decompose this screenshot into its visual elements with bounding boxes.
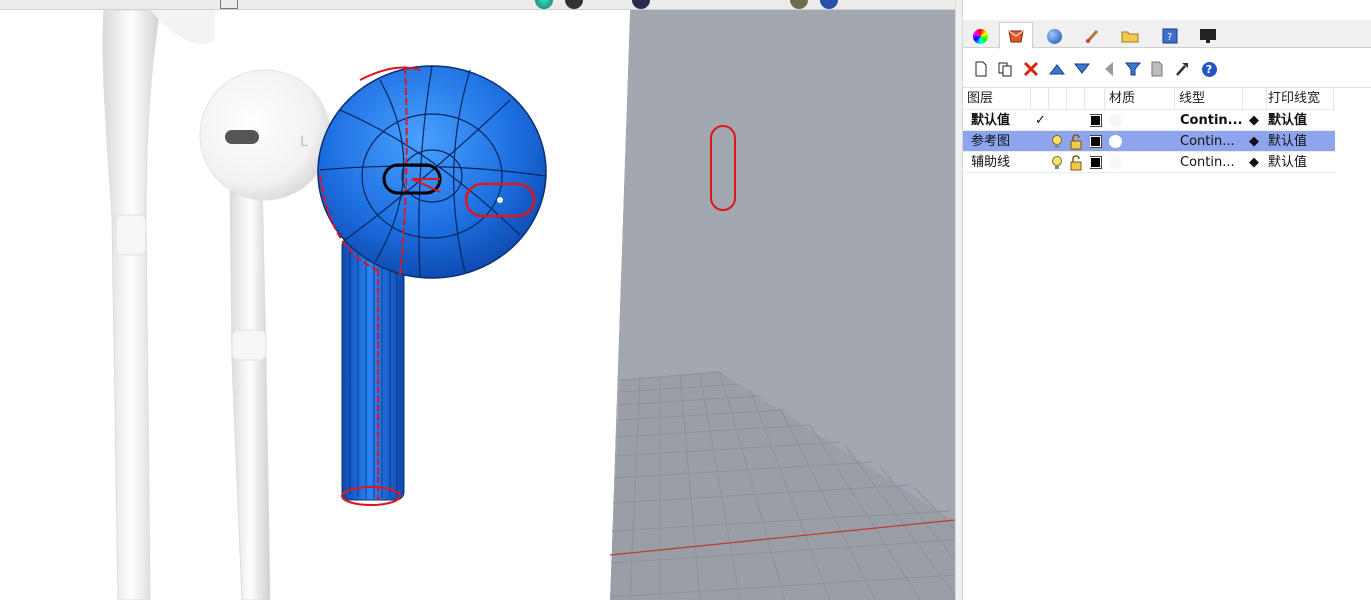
svg-text:?: ? <box>1167 32 1172 43</box>
lightbulb-icon[interactable] <box>1051 131 1067 152</box>
layer-print-width[interactable]: 默认值 <box>1268 152 1334 173</box>
perspective-viewport[interactable]: L <box>0 10 630 600</box>
layer-print-width[interactable]: 默认值 <box>1268 131 1334 152</box>
layer-linetype[interactable]: Contin... <box>1180 131 1244 152</box>
layer-row-reference[interactable]: 参考图 Contin... ◆ 默认值 <box>963 131 1335 152</box>
filter-icon <box>1125 62 1141 76</box>
layer-color-swatch[interactable] <box>1090 110 1104 131</box>
help-icon: ? <box>1201 61 1217 77</box>
layers-icon <box>1008 30 1024 42</box>
color-wheel-icon <box>972 28 988 44</box>
move-up-icon <box>1049 64 1065 75</box>
print-color-diamond-icon[interactable]: ◆ <box>1249 152 1263 173</box>
help-book-icon: ? <box>1162 28 1178 44</box>
move-up-button[interactable] <box>1047 59 1067 79</box>
toolbar-button[interactable] <box>632 0 650 9</box>
column-header-lock[interactable] <box>1067 88 1085 109</box>
move-left-button[interactable] <box>1099 59 1119 79</box>
viewport-canvas[interactable]: L <box>0 10 630 600</box>
brush-icon <box>1085 29 1099 44</box>
toolbar-button[interactable] <box>8 0 26 9</box>
color-wheel-tab[interactable] <box>963 24 997 48</box>
unlock-icon[interactable] <box>1069 131 1085 152</box>
side-viewport-canvas[interactable] <box>610 10 955 600</box>
delete-layer-button[interactable] <box>1021 59 1041 79</box>
files-tab[interactable] <box>1113 24 1147 48</box>
unlock-icon[interactable] <box>1069 152 1085 173</box>
layer-name[interactable]: 默认值 <box>971 110 1031 131</box>
move-down-button[interactable] <box>1072 59 1092 79</box>
column-header-material[interactable]: 材质 <box>1109 88 1175 109</box>
new-layer-icon <box>975 61 987 77</box>
layer-linetype[interactable]: Contin... <box>1180 152 1244 173</box>
monitor-icon <box>1200 29 1216 43</box>
svg-text:L: L <box>300 134 308 150</box>
print-color-diamond-icon[interactable]: ◆ <box>1249 110 1263 131</box>
display-tab[interactable] <box>1191 24 1225 48</box>
tools-icon <box>1176 63 1188 76</box>
layer-name[interactable]: 参考图 <box>971 131 1031 152</box>
panel-tabs: ? <box>963 20 1371 49</box>
tools-button[interactable] <box>1172 59 1192 79</box>
layer-name[interactable]: 辅助线 <box>971 152 1031 173</box>
move-left-icon <box>1105 62 1113 76</box>
help-tab[interactable]: ? <box>1153 24 1187 48</box>
new-layer-button[interactable] <box>971 59 991 79</box>
viewport-splitter[interactable] <box>955 0 963 600</box>
document-icon <box>1151 61 1163 77</box>
render-tab[interactable] <box>1037 24 1071 48</box>
column-header-print-color[interactable] <box>1247 88 1267 109</box>
layers-panel: ? ? 图层 材质 线型 打印线宽 默认值 ✓ Contin... ◆ 默认值 … <box>963 0 1371 600</box>
layers-tab[interactable] <box>999 22 1033 49</box>
material-swatch[interactable] <box>1109 152 1129 173</box>
print-color-diamond-icon[interactable]: ◆ <box>1249 131 1263 152</box>
move-down-icon <box>1074 63 1090 74</box>
render-sphere-icon[interactable] <box>535 0 553 9</box>
column-header-linetype[interactable]: 线型 <box>1179 88 1243 109</box>
sphere-icon <box>1046 28 1062 44</box>
layer-print-width[interactable]: 默认值 <box>1268 110 1334 131</box>
layer-table-header: 图层 材质 线型 打印线宽 <box>963 88 1335 110</box>
toolbar-button[interactable] <box>565 0 583 9</box>
layer-row-default[interactable]: 默认值 ✓ Contin... ◆ 默认值 <box>963 110 1335 131</box>
material-swatch[interactable] <box>1109 110 1129 131</box>
layer-row-guides[interactable]: 辅助线 Contin... ◆ 默认值 <box>963 152 1335 173</box>
new-sublayer-icon <box>998 62 1012 77</box>
column-header-visible[interactable] <box>1049 88 1067 109</box>
new-sublayer-button[interactable] <box>995 59 1015 79</box>
earbud-model[interactable] <box>317 65 547 506</box>
help-icon[interactable] <box>820 0 838 9</box>
help-button[interactable]: ? <box>1199 59 1219 79</box>
column-header-print-width[interactable]: 打印线宽 <box>1268 88 1334 109</box>
folder-icon <box>1121 31 1139 43</box>
rhino-window: L ? ? 图层 材质 线型 打印线宽 默认值 ✓ Contin... ◆ 默认… <box>0 0 1371 600</box>
layer-color-swatch[interactable] <box>1090 131 1104 152</box>
lightbulb-icon[interactable] <box>1051 152 1067 173</box>
side-viewport[interactable] <box>610 10 955 600</box>
filter-button[interactable] <box>1123 59 1143 79</box>
layer-linetype[interactable]: Contin... <box>1180 110 1244 131</box>
delete-icon <box>1023 61 1039 77</box>
toolbar-button[interactable] <box>790 0 808 9</box>
toolbar-button[interactable] <box>220 0 238 9</box>
document-button[interactable] <box>1147 59 1167 79</box>
main-toolbar <box>0 0 960 10</box>
layer-color-swatch[interactable] <box>1090 152 1104 173</box>
current-layer-check[interactable]: ✓ <box>1035 110 1051 131</box>
column-header-current[interactable] <box>1031 88 1049 109</box>
column-header-color[interactable] <box>1085 88 1105 109</box>
column-header-layer[interactable]: 图层 <box>967 88 1031 109</box>
reference-image-earpods: L <box>102 10 331 600</box>
layer-tools: ? <box>963 50 1371 88</box>
layer-table: 图层 材质 线型 打印线宽 默认值 ✓ Contin... ◆ 默认值 参考图 … <box>963 88 1335 173</box>
materials-tab[interactable] <box>1075 24 1109 48</box>
material-swatch[interactable] <box>1109 131 1129 152</box>
